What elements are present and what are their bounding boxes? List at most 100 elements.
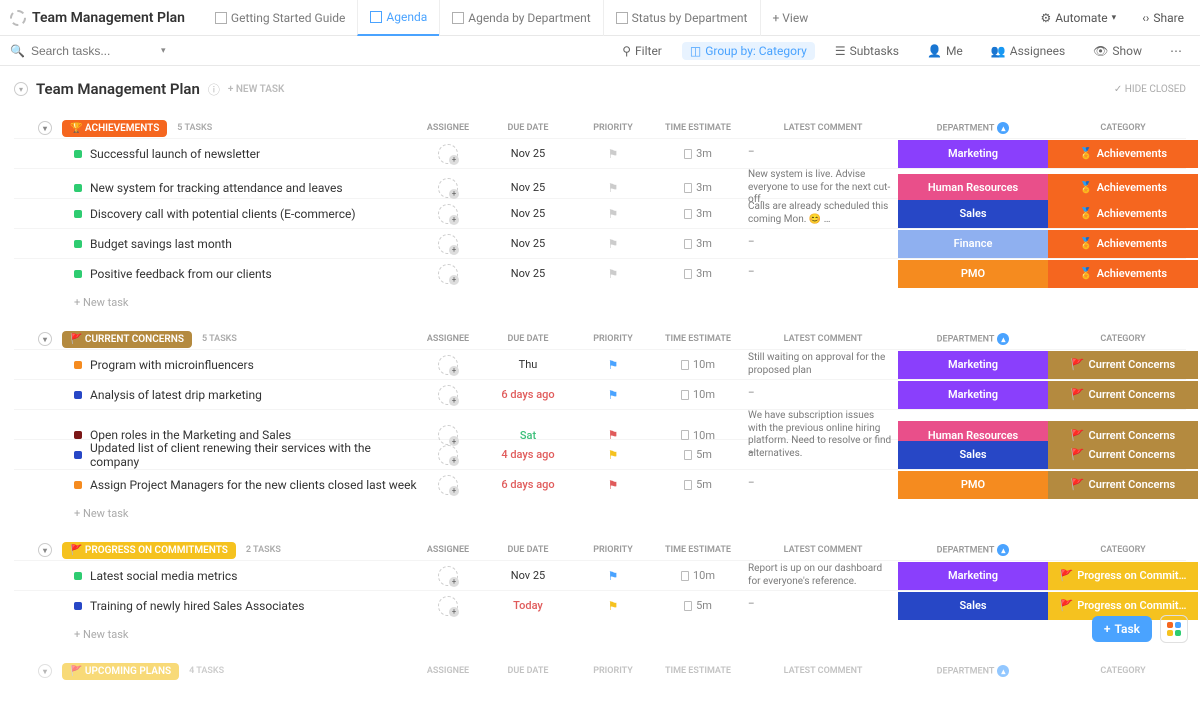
priority-flag-icon[interactable]: ⚑: [578, 207, 648, 221]
assignees-button[interactable]: 👥 Assignees: [983, 42, 1073, 60]
subtasks-button[interactable]: ☰ Subtasks: [827, 42, 907, 60]
col-comment[interactable]: LATEST COMMENT: [748, 334, 898, 344]
me-button[interactable]: 👤 Me: [919, 42, 971, 60]
new-task-header-button[interactable]: + NEW TASK: [228, 84, 285, 95]
time-estimate[interactable]: 3m: [648, 267, 748, 280]
due-date[interactable]: 6 days ago: [478, 478, 578, 491]
col-priority[interactable]: PRIORITY: [578, 123, 648, 133]
col-assignee[interactable]: ASSIGNEE: [418, 123, 478, 133]
view-tab-status-by-department[interactable]: Status by Department: [603, 0, 760, 36]
department-tag[interactable]: Marketing: [898, 562, 1048, 590]
department-tag[interactable]: Sales: [898, 441, 1048, 469]
group-collapse-icon[interactable]: ▾: [38, 332, 52, 346]
priority-flag-icon[interactable]: ⚑: [578, 428, 648, 442]
task-row[interactable]: Budget savings last monthNov 25⚑3m–Finan…: [14, 228, 1186, 258]
show-button[interactable]: 👁 Show: [1085, 42, 1150, 60]
group-badge[interactable]: 🚩 Current Concerns: [62, 331, 192, 348]
due-date[interactable]: Nov 25: [478, 237, 578, 250]
priority-flag-icon[interactable]: ⚑: [578, 147, 648, 161]
category-tag[interactable]: 🚩Current Concerns: [1048, 441, 1198, 469]
hide-closed-button[interactable]: ✓ HIDE CLOSED: [1114, 84, 1186, 95]
priority-flag-icon[interactable]: ⚑: [578, 358, 648, 372]
category-tag[interactable]: 🚩Progress on Commit…: [1048, 562, 1198, 590]
sort-arrow-icon[interactable]: ▴: [997, 122, 1009, 134]
share-button[interactable]: ‹› Share: [1136, 9, 1190, 27]
task-row[interactable]: Analysis of latest drip marketing6 days …: [14, 379, 1186, 409]
category-tag[interactable]: 🏅Achievements: [1048, 140, 1198, 168]
filter-button[interactable]: ⚲ Filter: [614, 42, 670, 60]
add-view-button[interactable]: + View: [760, 0, 821, 36]
assignee-add-icon[interactable]: [438, 445, 458, 465]
priority-flag-icon[interactable]: ⚑: [578, 267, 648, 281]
search-input-wrap[interactable]: 🔍 ▾: [10, 44, 165, 58]
department-tag[interactable]: PMO: [898, 471, 1048, 499]
time-estimate[interactable]: 5m: [648, 448, 748, 461]
time-estimate[interactable]: 3m: [648, 207, 748, 220]
category-tag[interactable]: 🏅Achievements: [1048, 200, 1198, 228]
category-tag[interactable]: 🚩Current Concerns: [1048, 351, 1198, 379]
due-date[interactable]: 6 days ago: [478, 388, 578, 401]
task-row[interactable]: Positive feedback from our clientsNov 25…: [14, 258, 1186, 288]
assignee-add-icon[interactable]: [438, 385, 458, 405]
chevron-down-icon[interactable]: ▾: [161, 46, 166, 56]
group-collapse-icon[interactable]: ▾: [38, 664, 52, 678]
col-category[interactable]: CATEGORY: [1048, 545, 1198, 555]
task-row[interactable]: New system for tracking attendance and l…: [14, 168, 1186, 198]
more-icon[interactable]: ⋯: [1162, 42, 1190, 60]
department-tag[interactable]: Sales: [898, 592, 1048, 620]
col-estimate[interactable]: TIME ESTIMATE: [648, 123, 748, 133]
col-assignee[interactable]: ASSIGNEE: [418, 334, 478, 344]
due-date[interactable]: Sat: [478, 429, 578, 442]
task-row[interactable]: Successful launch of newsletterNov 25⚑3m…: [14, 138, 1186, 168]
department-tag[interactable]: Marketing: [898, 351, 1048, 379]
due-date[interactable]: Thu: [478, 358, 578, 371]
view-tab-agenda[interactable]: Agenda: [357, 0, 439, 36]
department-tag[interactable]: Finance: [898, 230, 1048, 258]
col-estimate[interactable]: TIME ESTIMATE: [648, 334, 748, 344]
due-date[interactable]: Nov 25: [478, 267, 578, 280]
group-by-button[interactable]: ◫ Group by: Category: [682, 42, 815, 60]
automate-button[interactable]: ⚙ Automate ▾: [1035, 9, 1123, 27]
category-tag[interactable]: 🚩Current Concerns: [1048, 471, 1198, 499]
col-due[interactable]: DUE DATE: [478, 334, 578, 344]
priority-flag-icon[interactable]: ⚑: [578, 388, 648, 402]
priority-flag-icon[interactable]: ⚑: [578, 237, 648, 251]
task-row[interactable]: Open roles in the Marketing and SalesSat…: [14, 409, 1186, 439]
col-priority[interactable]: PRIORITY: [578, 334, 648, 344]
time-estimate[interactable]: 3m: [648, 237, 748, 250]
priority-flag-icon[interactable]: ⚑: [578, 599, 648, 613]
col-category[interactable]: CATEGORY: [1048, 123, 1198, 133]
group-collapse-icon[interactable]: ▾: [38, 543, 52, 557]
department-tag[interactable]: PMO: [898, 260, 1048, 288]
col-estimate[interactable]: TIME ESTIMATE: [648, 545, 748, 555]
priority-flag-icon[interactable]: ⚑: [578, 181, 648, 195]
col-priority[interactable]: PRIORITY: [578, 545, 648, 555]
view-tab-agenda-by-department[interactable]: Agenda by Department: [439, 0, 602, 36]
department-tag[interactable]: Marketing: [898, 381, 1048, 409]
priority-flag-icon[interactable]: ⚑: [578, 569, 648, 583]
info-icon[interactable]: ⓘ: [208, 81, 220, 98]
apps-icon[interactable]: [1160, 615, 1188, 643]
task-row[interactable]: Program with microinfluencersThu⚑10mStil…: [14, 349, 1186, 379]
department-tag[interactable]: Human Resources: [898, 174, 1048, 202]
assignee-add-icon[interactable]: [438, 204, 458, 224]
time-estimate[interactable]: 10m: [648, 388, 748, 401]
assignee-add-icon[interactable]: [438, 566, 458, 586]
col-due[interactable]: DUE DATE: [478, 545, 578, 555]
search-input[interactable]: [31, 44, 151, 58]
task-row[interactable]: Training of newly hired Sales Associates…: [14, 590, 1186, 620]
time-estimate[interactable]: 3m: [648, 147, 748, 160]
assignee-add-icon[interactable]: [438, 178, 458, 198]
new-task-button[interactable]: + New task: [14, 288, 1186, 309]
task-row[interactable]: Assign Project Managers for the new clie…: [14, 469, 1186, 499]
time-estimate[interactable]: 5m: [648, 599, 748, 612]
category-tag[interactable]: 🏅Achievements: [1048, 260, 1198, 288]
group-badge[interactable]: 🚩 Upcoming Plans: [62, 663, 179, 680]
department-tag[interactable]: Sales: [898, 200, 1048, 228]
sort-arrow-icon[interactable]: ▴: [997, 544, 1009, 556]
task-row[interactable]: Latest social media metricsNov 25⚑10mRep…: [14, 560, 1186, 590]
assignee-add-icon[interactable]: [438, 425, 458, 445]
due-date[interactable]: Nov 25: [478, 147, 578, 160]
time-estimate[interactable]: 10m: [648, 429, 748, 442]
time-estimate[interactable]: 5m: [648, 478, 748, 491]
